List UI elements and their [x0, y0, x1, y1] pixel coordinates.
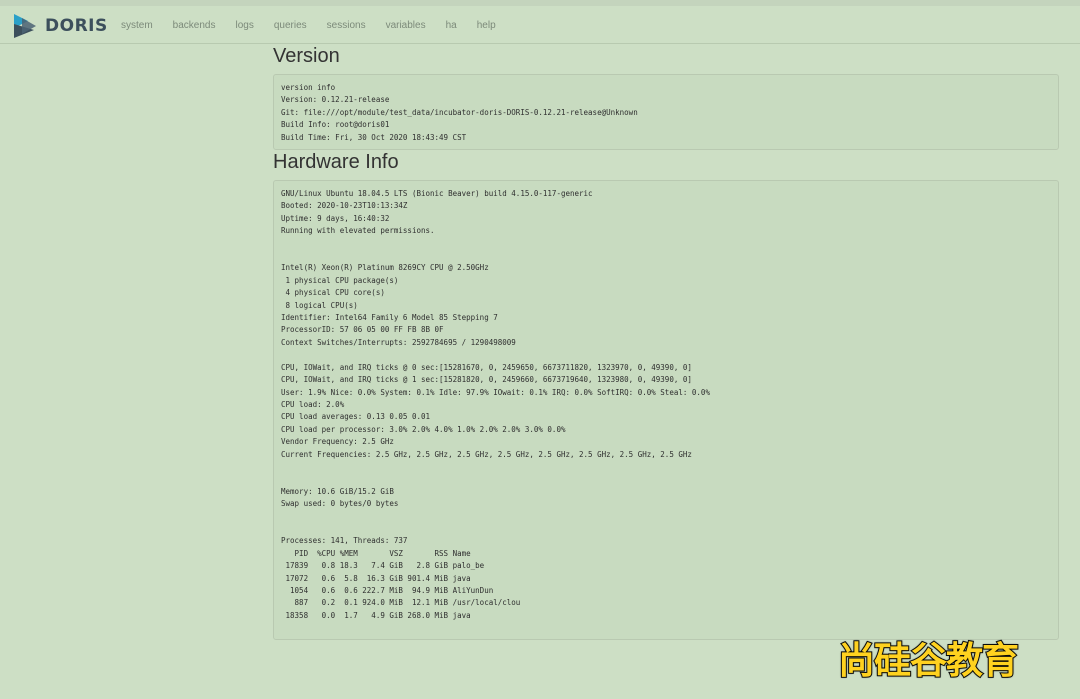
top-navbar: DORIS system backends logs queries sessi…: [0, 6, 1080, 44]
nav-item-ha[interactable]: ha: [436, 14, 467, 37]
hardware-info-panel: GNU/Linux Ubuntu 18.04.5 LTS (Bionic Bea…: [273, 180, 1059, 640]
doris-logo-icon: [14, 14, 36, 38]
nav-item-backends[interactable]: backends: [163, 14, 226, 37]
nav-item-system[interactable]: system: [111, 14, 163, 37]
watermark-logo: 尚硅谷教育: [837, 638, 1020, 683]
nav-item-queries[interactable]: queries: [264, 14, 317, 37]
nav-item-sessions[interactable]: sessions: [317, 14, 376, 37]
version-info-panel: version info Version: 0.12.21-release Gi…: [273, 74, 1059, 150]
nav-item-help[interactable]: help: [467, 14, 506, 37]
brand-name: DORIS: [45, 16, 108, 36]
version-title: Version: [273, 45, 340, 67]
main-content: Version version info Version: 0.12.21-re…: [273, 44, 1059, 640]
brand-logo[interactable]: DORIS: [12, 12, 108, 40]
nav-item-logs[interactable]: logs: [225, 14, 263, 37]
hardware-info-title: Hardware Info: [273, 151, 399, 173]
nav-links: system backends logs queries sessions va…: [111, 14, 506, 37]
nav-item-variables[interactable]: variables: [376, 14, 436, 37]
